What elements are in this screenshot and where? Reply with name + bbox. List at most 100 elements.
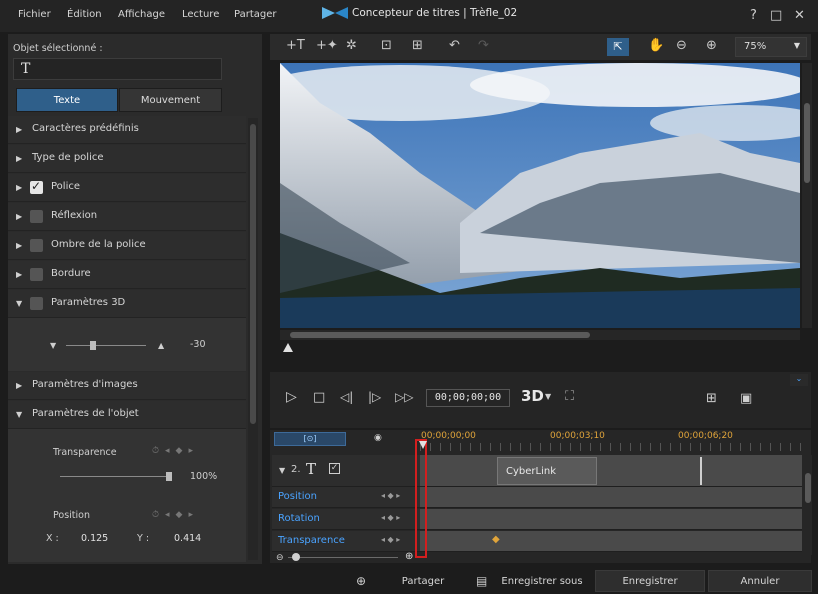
scrollbar-thumb[interactable] [804, 103, 810, 183]
ombre-checkbox[interactable] [30, 239, 43, 252]
menu-lecture[interactable]: Lecture [182, 9, 219, 20]
increase-3d-icon[interactable]: ▲ [158, 341, 164, 350]
selected-object-field[interactable]: T [13, 58, 222, 80]
3d-slider-thumb[interactable] [90, 341, 96, 350]
3d-slider-track[interactable] [66, 345, 146, 346]
insert-title-icon[interactable]: +T [286, 38, 305, 53]
y-value[interactable]: 0.414 [174, 533, 201, 544]
help-button[interactable]: ? [750, 8, 757, 23]
fullscreen-icon[interactable]: ⛶ [565, 389, 574, 404]
section-bordure[interactable]: ▶ Bordure [8, 261, 246, 289]
save-as-icon: ▤ [476, 574, 488, 588]
insert-particle-icon[interactable]: +✦ [316, 38, 338, 53]
expand-arrow-icon: ▶ [16, 183, 23, 192]
transparence-slider-track[interactable] [60, 476, 170, 477]
3d-mode-button[interactable]: 3D [521, 387, 544, 405]
insert-image-icon[interactable]: ⊡ [381, 38, 392, 53]
section-type-de-police[interactable]: ▶ Type de police [8, 145, 246, 173]
tab-mouvement[interactable]: Mouvement [119, 88, 222, 112]
menu-fichier[interactable]: Fichier [18, 9, 51, 20]
fast-forward-icon[interactable]: ▷▷ [395, 390, 413, 404]
timeline-zoom-in-icon[interactable]: ⊕ [405, 551, 413, 562]
transparence-slider-thumb[interactable] [166, 472, 172, 481]
section-parametres-3d[interactable]: ▼ Paramètres 3D [8, 290, 246, 318]
decrease-3d-icon[interactable]: ▼ [50, 341, 56, 350]
collapse-arrow-icon[interactable]: ▼ [279, 466, 285, 475]
hand-tool-icon[interactable]: ✋ [648, 38, 664, 53]
timeline-zoom-thumb[interactable] [292, 553, 300, 561]
parametres-objet-panel [8, 429, 246, 562]
stop-icon[interactable]: □ [313, 390, 325, 405]
timeline-zoom-slider[interactable] [288, 557, 398, 558]
maximize-button[interactable]: □ [770, 8, 782, 23]
position-track-row [272, 487, 802, 508]
preview-horizontal-scrollbar[interactable] [280, 330, 800, 340]
tab-texte[interactable]: Texte [16, 88, 118, 112]
window-title-text: Concepteur de titres | Trèfle_02 [352, 7, 518, 19]
timeline-vertical-scrollbar[interactable] [804, 455, 812, 555]
playhead-marker[interactable] [419, 441, 427, 449]
redo-icon[interactable]: ↷ [478, 38, 489, 53]
zoom-in-icon[interactable]: ⊕ [706, 38, 717, 53]
menu-edition[interactable]: Édition [67, 9, 102, 20]
scrollbar-thumb[interactable] [290, 332, 590, 338]
fit-timeline-button[interactable]: [⊙] [274, 432, 346, 446]
clock-icon[interactable]: ◉ [374, 433, 382, 443]
parametres-3d-checkbox[interactable] [30, 297, 43, 310]
safe-zone-icon[interactable]: ▣ [740, 391, 752, 406]
police-checkbox[interactable] [30, 179, 43, 194]
title-clip[interactable]: CyberLink [497, 457, 597, 485]
keyframe-nav-icon[interactable]: ◂ ◆ ▸ [381, 513, 400, 522]
enregistrer-button[interactable]: Enregistrer [595, 570, 705, 592]
select-tool-icon[interactable]: ⇱ [607, 38, 629, 56]
particle-effect-icon[interactable]: ✲ [346, 38, 357, 53]
timecode-display[interactable]: 00;00;00;00 [426, 389, 510, 407]
title-track-lane[interactable] [420, 455, 802, 486]
previous-frame-icon[interactable]: ◁| [340, 390, 353, 404]
preview-canvas[interactable] [280, 63, 800, 328]
track-number: 2. [291, 464, 301, 475]
menu-partager[interactable]: Partager [234, 9, 276, 20]
next-frame-icon[interactable]: |▷ [368, 390, 381, 404]
section-reflexion[interactable]: ▶ Réflexion [8, 203, 246, 231]
enregistrer-sous-button[interactable]: Enregistrer sous [494, 570, 590, 592]
clip-end-marker[interactable] [700, 457, 702, 485]
play-icon[interactable]: ▷ [286, 389, 297, 405]
scrollbar-thumb[interactable] [250, 124, 256, 424]
close-button[interactable]: ✕ [794, 8, 805, 23]
keyframe-nav-icon[interactable]: ◂ ◆ ▸ [381, 491, 400, 500]
zoom-out-icon[interactable]: ⊖ [676, 38, 687, 53]
position-track-lane[interactable] [420, 487, 802, 507]
scrollbar-thumb[interactable] [805, 473, 811, 503]
insert-background-icon[interactable]: ⊞ [412, 38, 423, 53]
section-police[interactable]: ▶ Police [8, 174, 246, 202]
keyframe-diamond-icon[interactable]: ◆ [492, 534, 500, 545]
grid-lines-icon[interactable]: ⊞ [706, 391, 717, 406]
x-value[interactable]: 0.125 [81, 533, 108, 544]
chevron-down-icon[interactable]: ▼ [545, 392, 551, 401]
partager-button[interactable]: Partager [372, 570, 474, 592]
section-caracteres-predefinis[interactable]: ▶ Caractères prédéfinis [8, 116, 246, 144]
preview-position-marker[interactable] [283, 343, 293, 352]
keyframe-nav-icon[interactable]: ⏱◂◆▸ [152, 446, 199, 456]
menu-affichage[interactable]: Affichage [118, 9, 165, 20]
timeline-zoom-out-icon[interactable]: ⊖ [276, 553, 284, 563]
track-visible-checkbox[interactable]: ✓ [329, 463, 340, 474]
undo-icon[interactable]: ↶ [449, 38, 460, 53]
section-parametres-objet[interactable]: ▼ Paramètres de l'objet [8, 401, 246, 429]
left-panel-scrollbar[interactable] [248, 118, 258, 560]
preview-vertical-scrollbar[interactable] [802, 63, 812, 328]
zoom-select[interactable]: 75% ▼ [735, 37, 807, 57]
keyframe-nav-icon[interactable]: ⏱◂◆▸ [152, 510, 199, 520]
keyframe-nav-icon[interactable]: ◂ ◆ ▸ [381, 535, 400, 544]
annuler-button[interactable]: Annuler [708, 570, 812, 592]
timeline-ruler[interactable] [420, 443, 802, 451]
rotation-track-lane[interactable] [420, 509, 802, 529]
section-ombre[interactable]: ▶ Ombre de la police [8, 232, 246, 260]
section-parametres-images[interactable]: ▶ Paramètres d'images [8, 372, 246, 400]
transparence-track-lane[interactable] [420, 531, 802, 551]
section-label: Type de police [32, 152, 104, 163]
bordure-checkbox[interactable] [30, 268, 43, 281]
collapse-panel-icon[interactable]: ⌄ [790, 374, 808, 386]
reflexion-checkbox[interactable] [30, 210, 43, 223]
